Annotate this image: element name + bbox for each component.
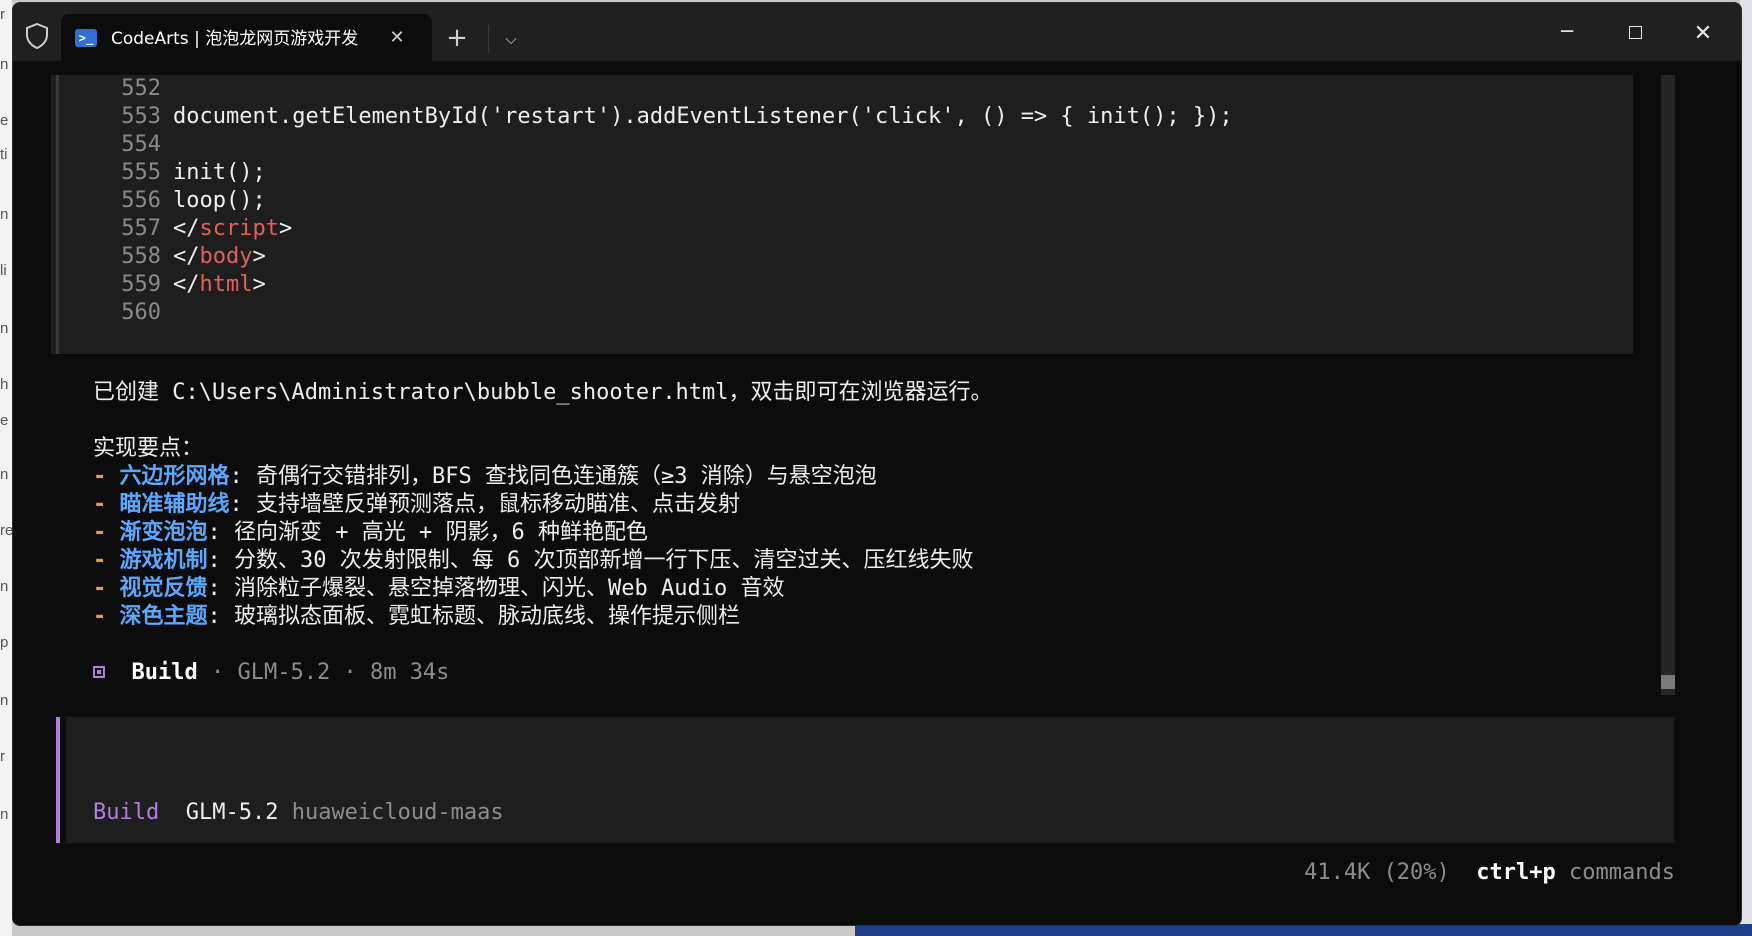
status-dot: · bbox=[210, 660, 225, 685]
tab-divider bbox=[488, 25, 489, 53]
code-line: 559 </html> bbox=[51, 271, 266, 299]
line-number: 559 bbox=[121, 272, 161, 297]
prompt-mode-line: Build GLM-5.2 huaweicloud-maas bbox=[93, 799, 504, 827]
code-text: loop(); bbox=[173, 188, 266, 213]
title-bar: >_ CodeArts | 泡泡龙网页游戏开发 ✕ + ⌵ ─ ✕ bbox=[13, 3, 1741, 61]
code-text: > bbox=[252, 244, 266, 269]
bullet: - bbox=[93, 520, 107, 545]
line-number: 556 bbox=[121, 188, 161, 213]
code-line: 552 bbox=[51, 75, 173, 103]
list-item: - 游戏机制: 分数、30 次发射限制、每 6 次顶部新增一行下压、清空过关、压… bbox=[93, 547, 973, 575]
tab-title: CodeArts | 泡泡龙网页游戏开发 bbox=[111, 29, 359, 49]
window-close-button[interactable]: ✕ bbox=[1683, 15, 1723, 53]
shortcut-label: commands bbox=[1569, 860, 1675, 885]
code-text: </ bbox=[173, 272, 200, 297]
point-keyword: 视觉反馈 bbox=[119, 576, 208, 601]
point-text: 玻璃拟态面板、霓虹标题、脉动底线、操作提示侧栏 bbox=[220, 604, 741, 629]
code-text: > bbox=[278, 216, 293, 241]
line-number: 560 bbox=[121, 300, 161, 325]
point-text: 径向渐变 + 高光 + 阴影，6 种鲜艳配色 bbox=[220, 520, 648, 545]
list-item: - 渐变泡泡: 径向渐变 + 高光 + 阴影，6 种鲜艳配色 bbox=[93, 519, 648, 547]
input-accent-bar bbox=[56, 717, 60, 843]
background-window-edge: r n e ti n li n h e n re n p n r n bbox=[0, 6, 14, 823]
maximize-button[interactable] bbox=[1616, 15, 1656, 53]
point-text: 奇偶行交错排列，BFS 查找同色连通簇（≥3 消除）与悬空泡泡 bbox=[242, 464, 877, 489]
bullet: - bbox=[93, 464, 107, 489]
point-separator: : bbox=[207, 520, 221, 545]
maximize-icon bbox=[1629, 26, 1642, 39]
chevron-down-icon[interactable]: ⌵ bbox=[497, 25, 525, 53]
model-label[interactable]: GLM-5.2 bbox=[186, 800, 279, 825]
line-number: 555 bbox=[121, 160, 161, 185]
code-text: > bbox=[252, 272, 266, 297]
created-file-text: 已创建 C:\Users\Administrator\bubble_shoote… bbox=[93, 380, 993, 405]
point-keyword: 六边形网格 bbox=[119, 464, 230, 489]
token-usage: 41.4K (20%) bbox=[1304, 860, 1450, 885]
code-line: 556 loop(); bbox=[51, 187, 266, 215]
point-keyword: 游戏机制 bbox=[119, 548, 208, 573]
mode-label[interactable]: Build bbox=[93, 800, 159, 825]
code-line: 553 document.getElementById('restart').ad… bbox=[51, 103, 1233, 131]
point-keyword: 深色主题 bbox=[119, 604, 208, 629]
list-item: - 视觉反馈: 消除粒子爆裂、悬空掉落物理、闪光、Web Audio 音效 bbox=[93, 575, 784, 603]
html-tag: script bbox=[199, 216, 279, 241]
code-line: 554 bbox=[51, 131, 173, 159]
point-text: 支持墙壁反弹预测落点，鼠标移动瞄准、点击发射 bbox=[242, 492, 741, 517]
terminal-window: >_ CodeArts | 泡泡龙网页游戏开发 ✕ + ⌵ ─ ✕ 552 55… bbox=[12, 2, 1742, 926]
list-item: - 六边形网格: 奇偶行交错排列，BFS 查找同色连通簇（≥3 消除）与悬空泡泡 bbox=[93, 463, 877, 491]
line-number: 558 bbox=[121, 244, 161, 269]
terminal-icon: >_ bbox=[75, 29, 97, 47]
point-separator: : bbox=[229, 492, 243, 517]
code-line: 560 bbox=[51, 299, 173, 327]
plus-icon[interactable]: + bbox=[443, 25, 471, 53]
footer-status: 41.4K (20%) ctrl+p commands bbox=[1304, 859, 1675, 887]
bullet: - bbox=[93, 492, 107, 517]
status-model: GLM-5.2 bbox=[237, 660, 331, 685]
tab-codearts[interactable]: >_ CodeArts | 泡泡龙网页游戏开发 ✕ bbox=[61, 14, 432, 61]
close-icon[interactable]: ✕ bbox=[387, 28, 407, 48]
shortcut-key: ctrl+p bbox=[1476, 860, 1556, 885]
point-separator: : bbox=[207, 604, 221, 629]
line-number: 552 bbox=[121, 76, 161, 101]
code-block: 552 553 document.getElementById('restart'… bbox=[51, 75, 1633, 354]
points-heading: 实现要点： bbox=[93, 436, 204, 461]
point-text: 消除粒子爆裂、悬空掉落物理、闪光、Web Audio 音效 bbox=[220, 576, 785, 601]
list-item: - 深色主题: 玻璃拟态面板、霓虹标题、脉动底线、操作提示侧栏 bbox=[93, 603, 740, 631]
status-time: 8m 34s bbox=[369, 660, 450, 685]
line-number: 554 bbox=[121, 132, 161, 157]
code-text: </ bbox=[173, 244, 200, 269]
code-text: init(); bbox=[173, 160, 266, 185]
scrollbar-track[interactable] bbox=[1661, 75, 1675, 695]
code-text: </ bbox=[173, 216, 200, 241]
scrollbar-thumb[interactable] bbox=[1661, 675, 1675, 689]
code-line: 557 </script> bbox=[51, 215, 292, 243]
point-separator: : bbox=[207, 576, 221, 601]
list-item: - 瞄准辅助线: 支持墙壁反弹预测落点，鼠标移动瞄准、点击发射 bbox=[93, 491, 740, 519]
bullet: - bbox=[93, 576, 107, 601]
bullet: - bbox=[93, 548, 107, 573]
build-status-icon bbox=[93, 666, 105, 678]
code-line: 555 init(); bbox=[51, 159, 266, 187]
point-separator: : bbox=[229, 464, 243, 489]
point-separator: : bbox=[207, 548, 221, 573]
code-line: 558 </body> bbox=[51, 243, 266, 271]
status-dot: · bbox=[343, 660, 357, 685]
code-text: document.getElementById('restart').addEv… bbox=[173, 104, 1233, 129]
bullet: - bbox=[93, 604, 107, 629]
point-text: 分数、30 次发射限制、每 6 次顶部新增一行下压、清空过关、压红线失败 bbox=[220, 548, 974, 573]
line-number: 553 bbox=[121, 104, 161, 129]
minimize-button[interactable]: ─ bbox=[1547, 15, 1587, 53]
build-status: Build · GLM-5.2 · 8m 34s bbox=[93, 659, 449, 687]
status-label: Build bbox=[131, 660, 198, 685]
shield-icon[interactable] bbox=[25, 23, 49, 49]
provider-label: huaweicloud-maas bbox=[291, 800, 504, 825]
html-tag: html bbox=[199, 272, 253, 297]
html-tag: body bbox=[199, 244, 253, 269]
point-keyword: 瞄准辅助线 bbox=[119, 492, 230, 517]
line-number: 557 bbox=[121, 216, 161, 241]
point-keyword: 渐变泡泡 bbox=[119, 520, 208, 545]
